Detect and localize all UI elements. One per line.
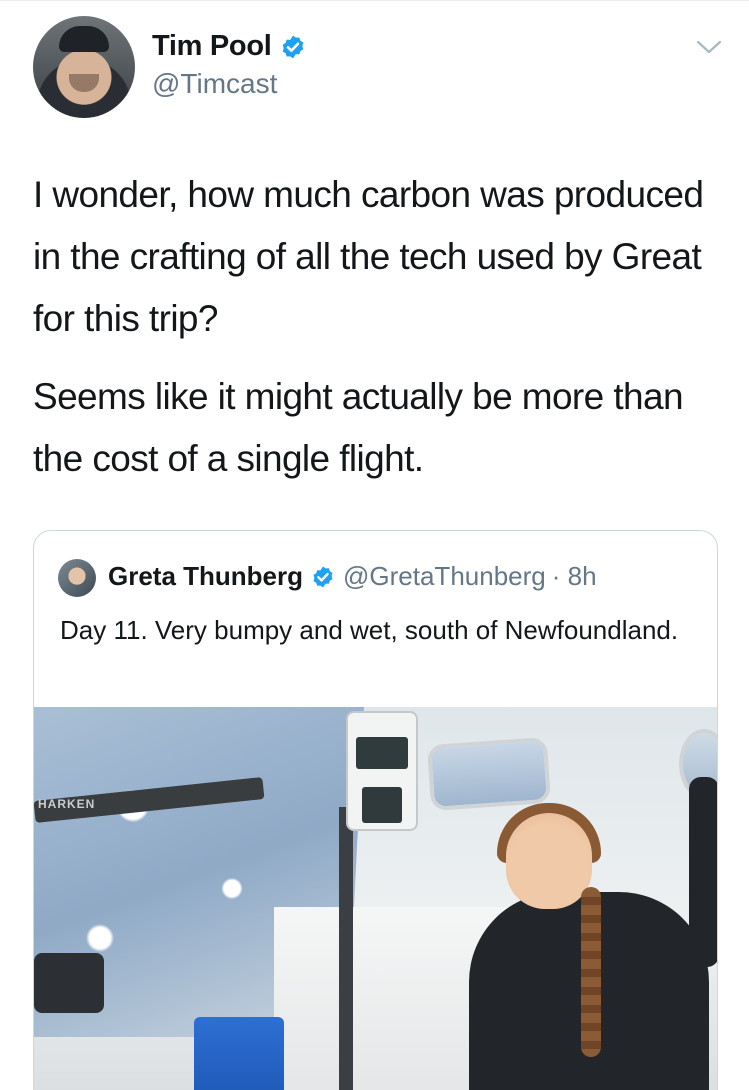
quoted-tweet-card[interactable]: Greta Thunberg @GretaThunberg · 8h Day 1… (33, 530, 718, 1090)
photo-winch (34, 953, 104, 1013)
photo-instrument-screen-lower (362, 787, 402, 823)
author-avatar[interactable] (33, 16, 135, 118)
author-name-row[interactable]: Tim Pool (152, 30, 306, 63)
photo-instrument-screen (356, 737, 408, 769)
quoted-author-avatar[interactable] (58, 559, 96, 597)
quoted-tweet-text: Day 11. Very bumpy and wet, south of New… (60, 615, 679, 645)
photo-instrument (346, 711, 418, 831)
avatar-beanie (59, 26, 109, 52)
author-display-name[interactable]: Tim Pool (152, 30, 272, 63)
photo-person-face (506, 813, 592, 909)
verified-badge-icon (282, 35, 303, 58)
photo-porthole (426, 736, 552, 812)
verified-badge-icon (313, 566, 333, 587)
quoted-tweet-photo[interactable]: HARKEN (34, 707, 717, 1090)
chevron-down-icon[interactable] (694, 36, 724, 58)
photo-bucket (194, 1017, 284, 1090)
photo-person-braid (581, 887, 601, 1057)
author-handle[interactable]: @Timcast (152, 68, 277, 100)
top-divider (0, 0, 749, 1)
photo-boom-label: HARKEN (38, 797, 96, 811)
quoted-author-handle[interactable]: @GretaThunberg (343, 561, 546, 592)
tweet-text-paragraph-1: I wonder, how much carbon was produced i… (33, 174, 704, 339)
quoted-author-display-name[interactable]: Greta Thunberg (108, 561, 303, 592)
tweet-text-paragraph-2: Seems like it might actually be more tha… (33, 376, 684, 479)
quoted-tweet-header: Greta Thunberg @GretaThunberg · 8h (108, 561, 597, 592)
photo-pole (339, 807, 353, 1090)
quoted-tweet-time: · 8h (551, 561, 597, 591)
avatar-beard (69, 74, 99, 92)
